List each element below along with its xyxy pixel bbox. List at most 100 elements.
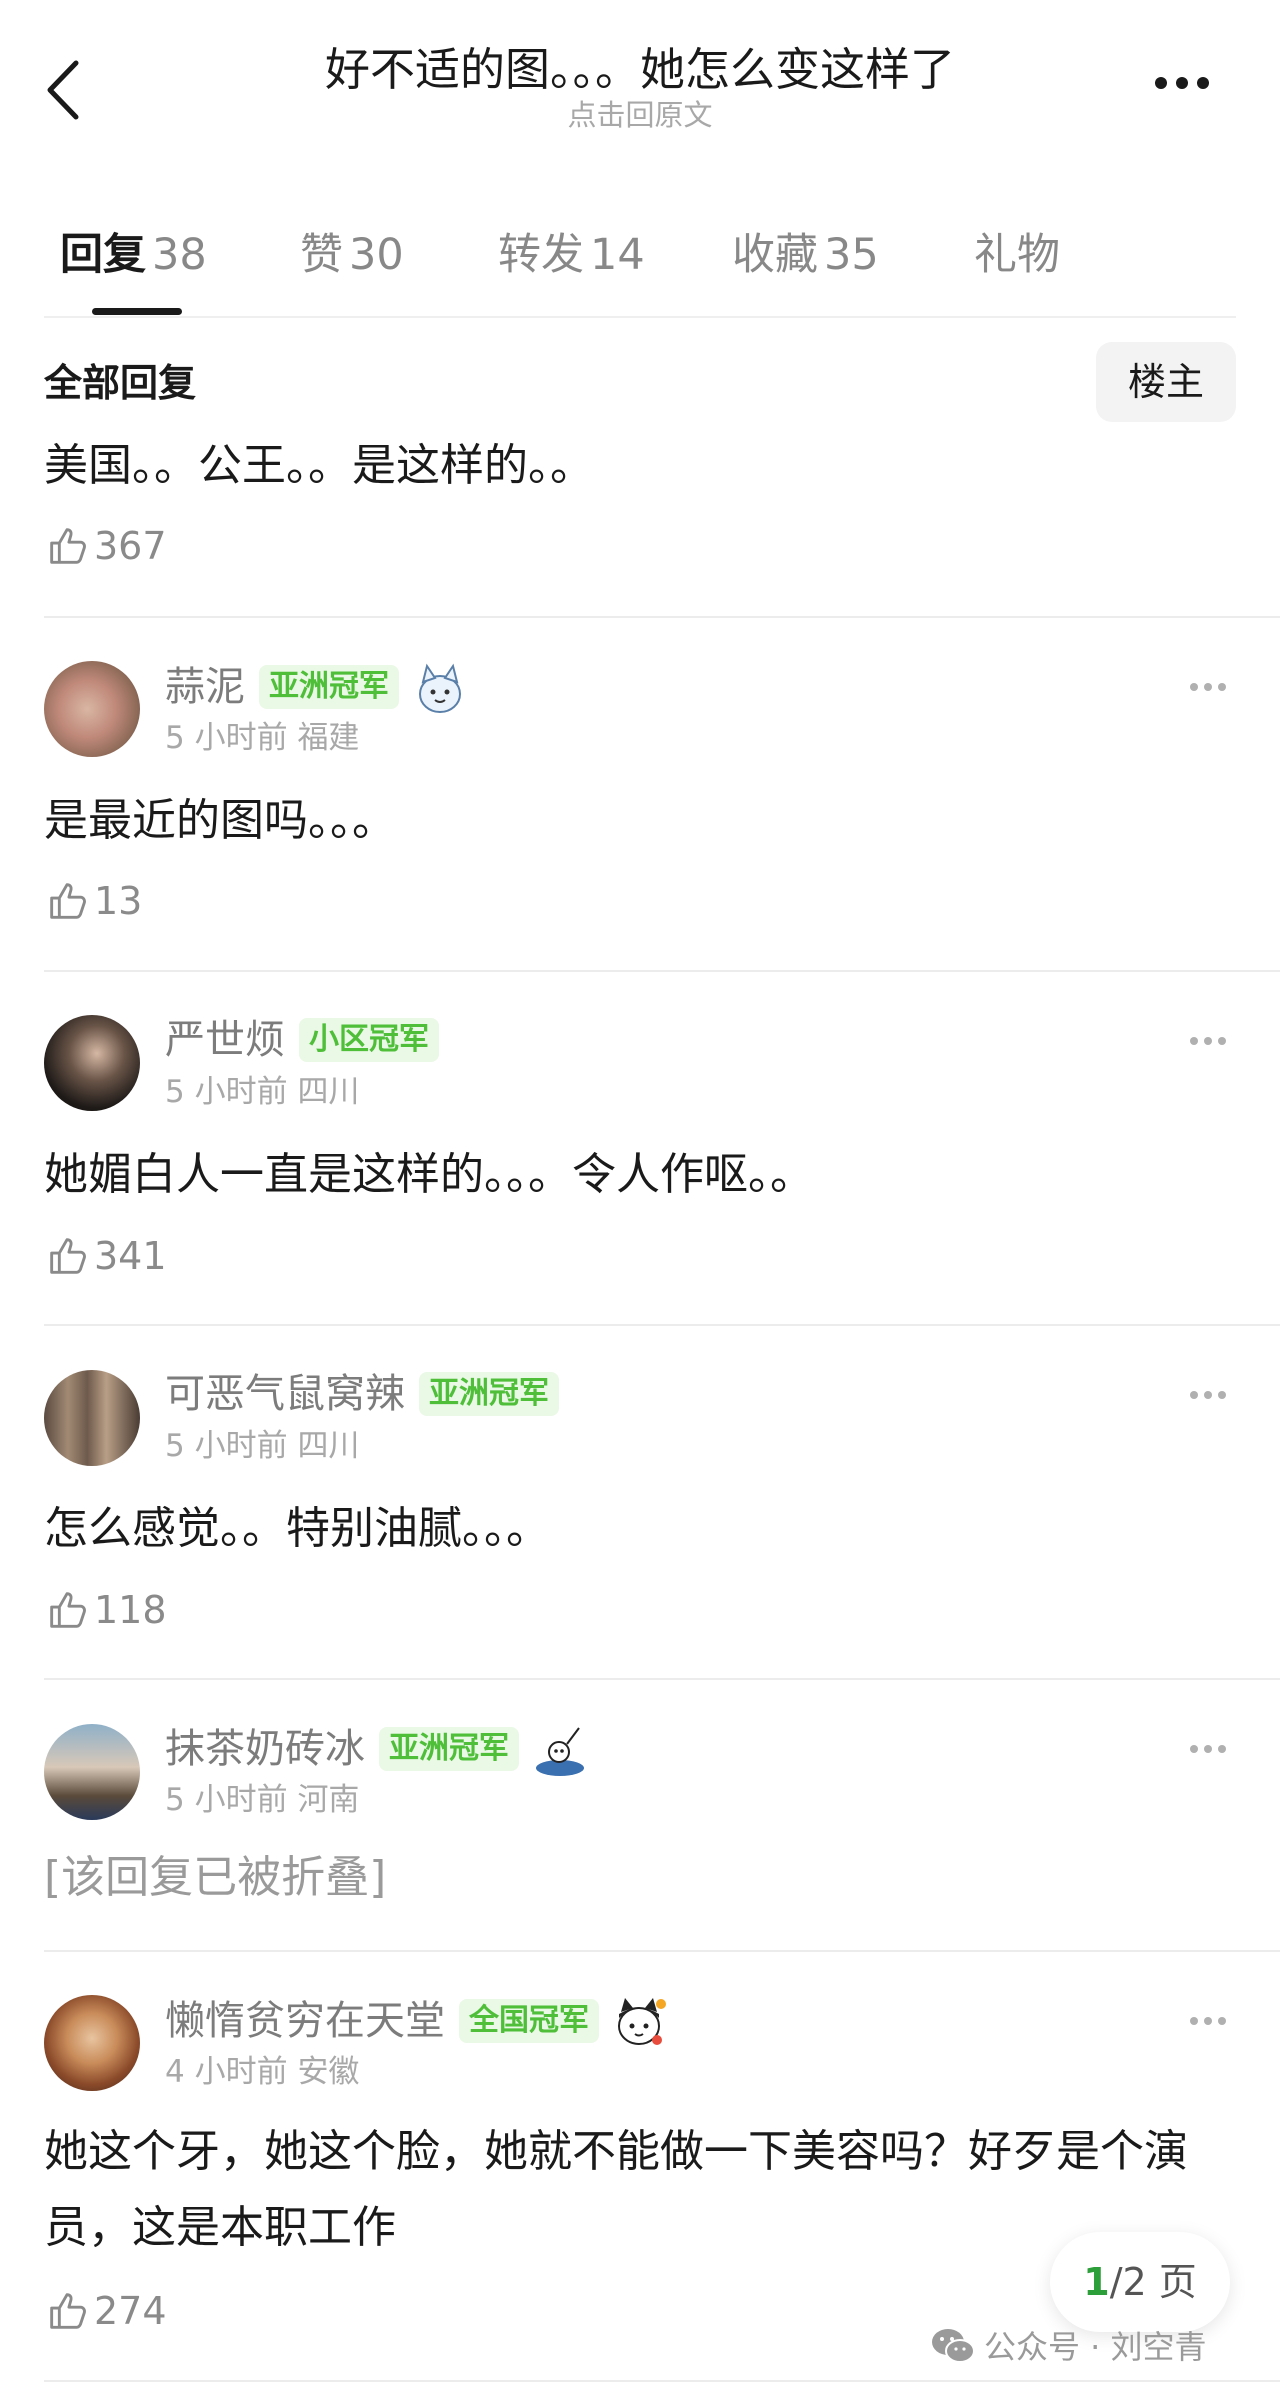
comment-location: 河南: [297, 1782, 360, 1818]
back-to-original-link[interactable]: 点击回原文: [260, 98, 1020, 132]
wechat-icon: [932, 2329, 975, 2363]
rank-badge: 亚洲冠军: [419, 1372, 559, 1416]
tab-label: 礼物: [974, 230, 1060, 280]
total-pages: /2 页: [1109, 2260, 1197, 2304]
username[interactable]: 严世烦 小区冠军: [165, 1014, 439, 1066]
comment-more-button[interactable]: [1190, 1030, 1240, 1050]
watermark-text: 公众号 · 刘空青: [984, 2328, 1207, 2366]
tabs-divider: [44, 316, 1236, 318]
divider: [44, 616, 1280, 618]
thumbs-up-icon: [50, 527, 86, 564]
rank-badge: 小区冠军: [299, 1018, 439, 1062]
comment-text: 她媚白人一直是这样的。。。令人作呕。。: [44, 1149, 814, 1200]
like-button[interactable]: 118: [44, 1584, 167, 1636]
more-options-button[interactable]: [1155, 72, 1225, 102]
comment-time: 5 小时前: [165, 720, 288, 756]
comment-time: 5 小时前: [165, 1428, 288, 1464]
username-text: 严世烦: [165, 1017, 285, 1063]
tab-favorites[interactable]: 收藏 35: [732, 225, 879, 285]
tab-label: 转发: [498, 230, 584, 280]
tab-label: 收藏: [732, 230, 818, 280]
comment-text: 怎么感觉。。特别油腻。。。: [44, 1503, 550, 1554]
username-text: 抹茶奶砖冰: [165, 1726, 365, 1772]
back-button[interactable]: [40, 55, 90, 125]
all-replies-heading: 全部回复: [44, 361, 197, 405]
comment-time: 5 小时前: [165, 1074, 288, 1110]
divider: [44, 1950, 1280, 1952]
comment-more-button[interactable]: [1190, 1738, 1240, 1758]
tab-count: 38: [152, 230, 207, 280]
like-count: 341: [94, 1234, 167, 1278]
rank-badge: 全国冠军: [459, 1999, 599, 2043]
comment-time: 5 小时前: [165, 1782, 288, 1818]
tab-label: 回复: [60, 230, 146, 280]
tab-bar: 回复 38 赞 30 转发 14 收藏 35 礼物: [0, 210, 1280, 320]
username-text: 蒜泥: [165, 664, 245, 710]
tab-reposts[interactable]: 转发 14: [498, 225, 645, 285]
divider: [44, 1678, 1280, 1680]
avatar[interactable]: [44, 1015, 140, 1111]
username[interactable]: 懒惰贫穷在天堂 全国冠军: [165, 1994, 669, 2052]
username[interactable]: 可恶气鼠窝辣 亚洲冠军: [165, 1368, 559, 1420]
comment-more-button[interactable]: [1190, 676, 1240, 696]
like-button[interactable]: 341: [44, 1230, 167, 1282]
tab-count: 30: [349, 230, 404, 280]
cat-sticker-icon: [618, 1998, 666, 2045]
divider: [44, 1324, 1280, 1326]
username[interactable]: 抹茶奶砖冰 亚洲冠军: [165, 1722, 589, 1780]
thumbs-up-icon: [50, 2292, 86, 2329]
comment-more-button[interactable]: [1190, 2010, 1240, 2030]
username[interactable]: 蒜泥 亚洲冠军: [165, 660, 469, 718]
op-only-button[interactable]: 楼主: [1096, 342, 1236, 422]
tab-count: 35: [824, 230, 879, 280]
page-indicator[interactable]: 1/2 页: [1050, 2232, 1230, 2332]
avatar[interactable]: [44, 1370, 140, 1466]
like-button[interactable]: 13: [44, 875, 142, 927]
thumbs-up-icon: [50, 1591, 86, 1628]
like-count: 13: [94, 879, 143, 923]
comment-meta: 5 小时前 四川: [165, 1426, 359, 1466]
post-replies-page: 好不适的图。。。她怎么变这样了 点击回原文 回复 38 赞 30 转发 14 收藏 35…: [0, 0, 1280, 2400]
like-button[interactable]: 367: [44, 520, 167, 572]
comment-text: 她这个牙，她这个脸，她就不能做一下美容吗？好歹是个演员，这是本职工作: [44, 2126, 1188, 2253]
comment-location: 四川: [297, 1074, 360, 1110]
divider: [44, 2380, 1280, 2382]
divider: [44, 970, 1280, 972]
tab-label: 赞: [300, 230, 343, 280]
like-count: 367: [94, 524, 167, 568]
folded-comment-notice[interactable]: [该回复已被折叠]: [44, 1840, 1234, 1916]
username-text: 可恶气鼠窝辣: [165, 1371, 405, 1417]
comment-meta: 4 小时前 安徽: [165, 2052, 359, 2092]
username-text: 懒惰贫穷在天堂: [165, 1998, 445, 2044]
chevron-left-icon: [47, 60, 79, 120]
cat-sticker-icon: [419, 663, 461, 713]
comment-text: 是最近的图吗。。。: [44, 795, 396, 846]
comment-location: 福建: [297, 720, 360, 756]
cat-sticker-icon: [536, 1727, 584, 1776]
tab-gifts[interactable]: 礼物: [974, 225, 1060, 285]
like-count: 274: [94, 2289, 167, 2333]
rank-badge: 亚洲冠军: [259, 665, 399, 709]
thumbs-up-icon: [50, 882, 86, 919]
tab-likes[interactable]: 赞 30: [300, 225, 404, 285]
like-button[interactable]: 274: [44, 2285, 167, 2337]
thumbs-up-icon: [50, 1237, 86, 1274]
avatar[interactable]: [44, 661, 140, 757]
tab-replies[interactable]: 回复 38: [60, 225, 207, 285]
avatar[interactable]: [44, 1995, 140, 2091]
tab-count: 14: [590, 230, 645, 280]
comment-meta: 5 小时前 福建: [165, 718, 359, 758]
active-tab-indicator: [92, 308, 182, 315]
post-title[interactable]: 好不适的图。。。她怎么变这样了: [260, 42, 1020, 98]
op-comment-text: 美国。。公王。。是这样的。。: [44, 440, 594, 491]
comment-meta: 5 小时前 四川: [165, 1072, 359, 1112]
comment-time: 4 小时前: [165, 2054, 288, 2090]
current-page: 1: [1083, 2260, 1110, 2304]
comment-location: 安徽: [297, 2054, 360, 2090]
title-block[interactable]: 好不适的图。。。她怎么变这样了 点击回原文: [260, 42, 1020, 132]
comment-more-button[interactable]: [1190, 1384, 1240, 1404]
avatar[interactable]: [44, 1724, 140, 1820]
ellipsis-icon: [1155, 76, 1167, 89]
like-count: 118: [94, 1588, 167, 1632]
rank-badge: 亚洲冠军: [379, 1727, 519, 1771]
